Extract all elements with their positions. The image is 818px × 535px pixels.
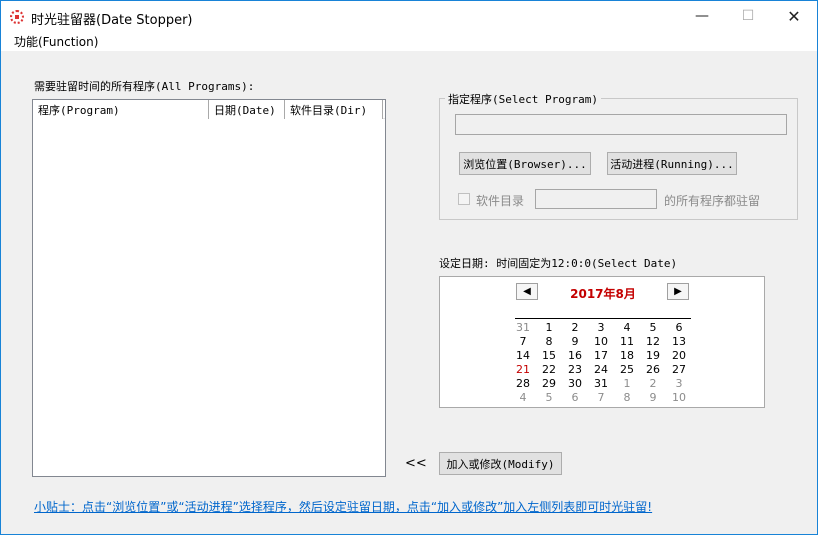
- calendar-day[interactable]: 7: [510, 335, 536, 348]
- dir-field[interactable]: [535, 189, 657, 209]
- programs-list[interactable]: 程序(Program) 日期(Date) 软件目录(Dir): [32, 99, 386, 477]
- calendar-day-today[interactable]: 21: [510, 363, 536, 376]
- move-left-arrow[interactable]: <<: [405, 456, 427, 471]
- app-window: 时光驻留器(Date Stopper) — ☐ ✕ 功能(Function) 需…: [0, 0, 818, 535]
- dir-suffix-label: 的所有程序都驻留: [664, 194, 761, 208]
- select-date-label: 设定日期: 时间固定为12:0:0(Select Date): [439, 257, 678, 270]
- column-program[interactable]: 程序(Program): [33, 100, 209, 119]
- close-button[interactable]: ✕: [771, 1, 817, 31]
- calendar-day[interactable]: 2: [640, 377, 666, 390]
- calendar-day[interactable]: 9: [640, 391, 666, 404]
- calendar-day[interactable]: 5: [640, 321, 666, 334]
- calendar-day[interactable]: 18: [614, 349, 640, 362]
- list-header: 程序(Program) 日期(Date) 软件目录(Dir): [33, 100, 385, 119]
- calendar-divider: [515, 318, 691, 319]
- calendar-day[interactable]: 22: [536, 363, 562, 376]
- calendar-day[interactable]: 28: [510, 377, 536, 390]
- select-program-title: 指定程序(Select Program): [445, 91, 601, 107]
- column-dir[interactable]: 软件目录(Dir): [285, 100, 383, 119]
- calendar-day[interactable]: 27: [666, 363, 692, 376]
- calendar-day[interactable]: 1: [614, 377, 640, 390]
- calendar-day[interactable]: 29: [536, 377, 562, 390]
- calendar-day[interactable]: 1: [536, 321, 562, 334]
- browse-button[interactable]: 浏览位置(Browser)...: [459, 152, 591, 175]
- calendar-day[interactable]: 6: [562, 391, 588, 404]
- calendar-day[interactable]: 5: [536, 391, 562, 404]
- calendar-day[interactable]: 10: [588, 335, 614, 348]
- calendar-day[interactable]: 31: [510, 321, 536, 334]
- calendar-day[interactable]: 16: [562, 349, 588, 362]
- calendar-day[interactable]: 12: [640, 335, 666, 348]
- calendar-day[interactable]: 13: [666, 335, 692, 348]
- calendar-day[interactable]: 8: [614, 391, 640, 404]
- calendar-day[interactable]: 3: [666, 377, 692, 390]
- calendar-day[interactable]: 23: [562, 363, 588, 376]
- calendar-day[interactable]: 11: [614, 335, 640, 348]
- calendar-day[interactable]: 15: [536, 349, 562, 362]
- window-title: 时光驻留器(Date Stopper): [31, 13, 193, 28]
- calendar-day[interactable]: 9: [562, 335, 588, 348]
- calendar-day[interactable]: 30: [562, 377, 588, 390]
- app-icon: [10, 10, 24, 24]
- calendar-day[interactable]: 10: [666, 391, 692, 404]
- minimize-button[interactable]: —: [679, 1, 725, 31]
- calendar-day[interactable]: 4: [510, 391, 536, 404]
- calendar-day[interactable]: 31: [588, 377, 614, 390]
- next-month-button[interactable]: ▶: [667, 283, 689, 300]
- calendar-day[interactable]: 26: [640, 363, 666, 376]
- program-path-field[interactable]: [455, 114, 787, 135]
- calendar-day[interactable]: 19: [640, 349, 666, 362]
- dir-checkbox-label: 软件目录: [476, 194, 525, 208]
- calendar-day[interactable]: 17: [588, 349, 614, 362]
- all-programs-label: 需要驻留时间的所有程序(All Programs):: [34, 80, 255, 93]
- maximize-button[interactable]: ☐: [725, 1, 771, 31]
- calendar-day[interactable]: 7: [588, 391, 614, 404]
- calendar-day[interactable]: 14: [510, 349, 536, 362]
- month-calendar[interactable]: ◀ 2017年8月 ▶ 31 1 2 3 4 5 6 7 8 9 10 11 12 13 14 15 16 17 1…: [439, 276, 765, 408]
- title-bar[interactable]: 时光驻留器(Date Stopper) — ☐ ✕: [1, 1, 817, 31]
- dir-checkbox[interactable]: [458, 193, 470, 205]
- calendar-day[interactable]: 6: [666, 321, 692, 334]
- menu-function[interactable]: 功能(Function): [14, 33, 98, 50]
- calendar-day[interactable]: 20: [666, 349, 692, 362]
- calendar-day[interactable]: 4: [614, 321, 640, 334]
- calendar-day[interactable]: 3: [588, 321, 614, 334]
- running-button[interactable]: 活动进程(Running)...: [607, 152, 737, 175]
- tip-link[interactable]: 小贴士：点击“浏览位置”或“活动进程”选择程序，然后设定驻留日期，点击“加入或修…: [34, 498, 652, 515]
- calendar-day[interactable]: 8: [536, 335, 562, 348]
- calendar-day[interactable]: 25: [614, 363, 640, 376]
- calendar-day[interactable]: 24: [588, 363, 614, 376]
- modify-button[interactable]: 加入或修改(Modify): [439, 452, 562, 475]
- calendar-day[interactable]: 2: [562, 321, 588, 334]
- column-date[interactable]: 日期(Date): [209, 100, 285, 119]
- menu-bar: 功能(Function): [1, 31, 817, 51]
- calendar-month-title[interactable]: 2017年8月: [440, 285, 766, 302]
